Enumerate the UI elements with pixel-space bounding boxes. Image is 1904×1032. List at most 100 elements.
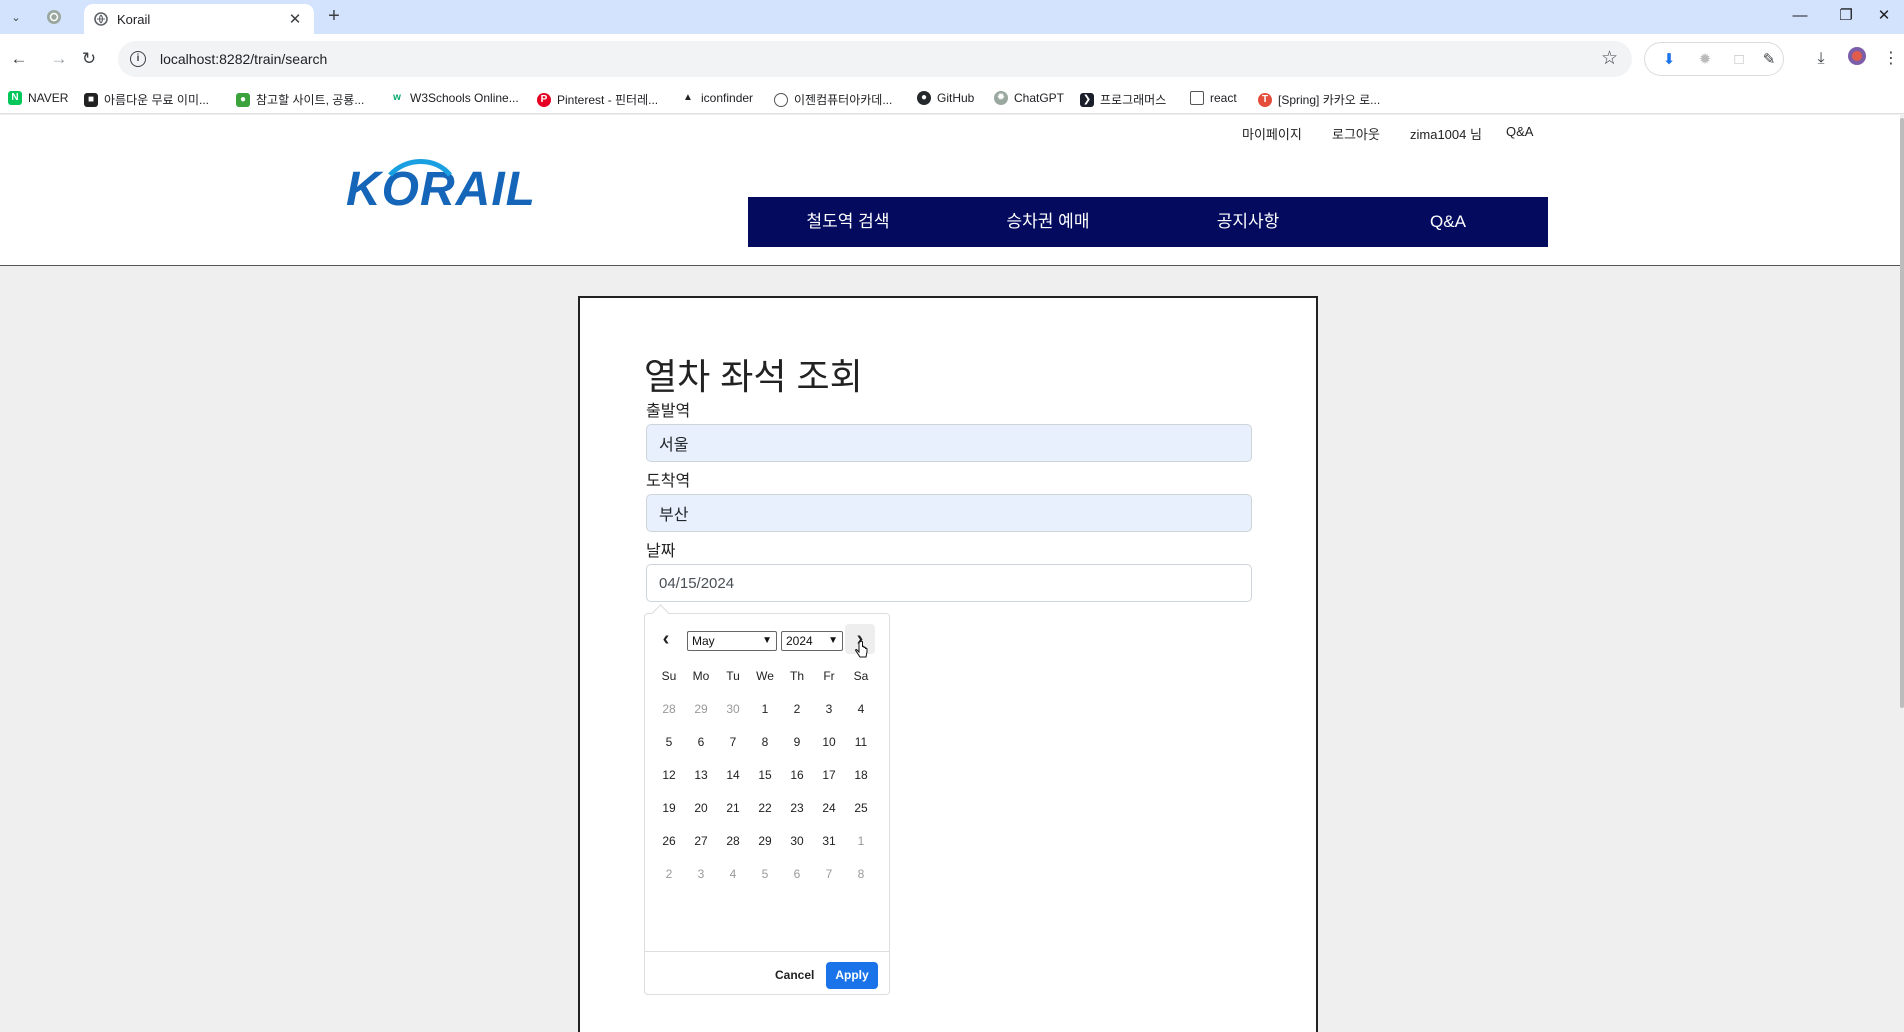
calendar-day[interactable]: 6 (781, 859, 813, 889)
calendar-day[interactable]: 24 (813, 793, 845, 823)
page-scrollbar[interactable] (1900, 115, 1904, 1032)
calendar-day[interactable]: 1 (749, 694, 781, 724)
nav-station-search[interactable]: 철도역 검색 (748, 197, 948, 247)
calendar-day[interactable]: 22 (749, 793, 781, 823)
calendar-day[interactable]: 1 (845, 826, 877, 856)
bookmark-free-images[interactable]: ■ 아름다운 무료 이미... (84, 91, 209, 108)
year-select[interactable]: 2024 ▼ (781, 631, 843, 651)
calendar-day[interactable]: 2 (653, 859, 685, 889)
weekday-label: Fr (823, 669, 835, 683)
month-select[interactable]: May ▼ (687, 631, 777, 651)
calendar-day[interactable]: 7 (813, 859, 845, 889)
calendar-day[interactable]: 17 (813, 760, 845, 790)
bookmark-star-icon[interactable]: ☆ (1601, 47, 1618, 70)
calendar-day[interactable]: 28 (653, 694, 685, 724)
calendar-day[interactable]: 15 (749, 760, 781, 790)
logout-link[interactable]: 로그아웃 (1332, 124, 1380, 143)
address-bar[interactable]: i localhost:8282/train/search ☆ (118, 41, 1632, 77)
tab-search-chevron-icon[interactable]: ⌄ (4, 5, 28, 29)
calendar-day[interactable]: 5 (749, 859, 781, 889)
calendar-day[interactable]: 27 (685, 826, 717, 856)
calendar-day[interactable]: 4 (717, 859, 749, 889)
cancel-button[interactable]: Cancel (769, 962, 820, 989)
bookmark-chatgpt[interactable]: ✹ ChatGPT (994, 91, 1064, 105)
chatgpt-tab-icon[interactable] (40, 6, 68, 28)
bookmark-spring-kakao[interactable]: T [Spring] 카카오 로... (1258, 91, 1380, 108)
calendar-day[interactable]: 8 (845, 859, 877, 889)
calendar-day[interactable]: 7 (717, 727, 749, 757)
page-viewport: 마이페이지 로그아웃 zima1004 님 Q&A KORAIL 철도역 검색 … (0, 115, 1904, 1032)
calendar-day[interactable]: 30 (781, 826, 813, 856)
calendar-day[interactable]: 13 (685, 760, 717, 790)
calendar-day[interactable]: 5 (653, 727, 685, 757)
bookmark-folder-react[interactable]: react (1190, 91, 1237, 105)
minimize-icon[interactable]: — (1780, 4, 1820, 28)
calendar-day[interactable]: 10 (813, 727, 845, 757)
bookmark-naver[interactable]: N NAVER (8, 91, 68, 105)
calendar-day[interactable]: 4 (845, 694, 877, 724)
window-close-icon[interactable]: ✕ (1864, 4, 1904, 28)
bookmark-programmers[interactable]: ❯ 프로그래머스 (1080, 91, 1166, 108)
puzzle-extensions-icon[interactable]: ✎ (1759, 50, 1779, 70)
nav-notices[interactable]: 공지사항 (1148, 197, 1348, 247)
calendar-day[interactable]: 3 (685, 859, 717, 889)
calendar-day[interactable]: 23 (781, 793, 813, 823)
prev-month-chevron-icon[interactable]: ‹ (651, 624, 681, 654)
date-input[interactable]: 04/15/2024 (646, 564, 1252, 602)
reload-icon[interactable]: ↻ (76, 46, 102, 72)
korail-logo[interactable]: KORAIL (346, 155, 552, 217)
calendar-day[interactable]: 20 (685, 793, 717, 823)
tab-close-icon[interactable]: ✕ (286, 10, 304, 28)
downloads-icon[interactable]: ⤓ (1808, 46, 1834, 72)
spinner-extension-icon[interactable]: ✹ (1695, 50, 1715, 70)
calendar-day[interactable]: 14 (717, 760, 749, 790)
blank-extension-icon[interactable]: □ (1729, 50, 1749, 70)
back-arrow-icon[interactable]: ← (6, 46, 32, 72)
calendar-day[interactable]: 19 (653, 793, 685, 823)
scrollbar-thumb[interactable] (1900, 118, 1904, 708)
calendar-day[interactable]: 12 (653, 760, 685, 790)
bookmark-w3schools[interactable]: w W3Schools Online... (390, 91, 519, 105)
mouse-pointer-hand-icon (855, 641, 868, 658)
calendar-day[interactable]: 26 (653, 826, 685, 856)
page-title: 열차 좌석 조회 (644, 356, 863, 397)
mypage-link[interactable]: 마이페이지 (1242, 124, 1302, 143)
calendar-day[interactable]: 16 (781, 760, 813, 790)
apply-button[interactable]: Apply (826, 962, 878, 989)
calendar-day[interactable]: 8 (749, 727, 781, 757)
calendar-day[interactable]: 29 (685, 694, 717, 724)
qna-util-link[interactable]: Q&A (1506, 124, 1533, 139)
calendar-day[interactable]: 31 (813, 826, 845, 856)
nav-ticket-booking[interactable]: 승차권 예매 (948, 197, 1148, 247)
calendar-day[interactable]: 29 (749, 826, 781, 856)
bookmark-reference-sites[interactable]: ● 참고할 사이트, 공룡... (236, 91, 364, 108)
restore-icon[interactable]: ❐ (1826, 4, 1866, 28)
calendar-day[interactable]: 25 (845, 793, 877, 823)
departure-input[interactable]: 서울 (646, 424, 1252, 462)
calendar-day[interactable]: 11 (845, 727, 877, 757)
bookmark-iconfinder[interactable]: ▲ iconfinder (681, 91, 753, 105)
bookmark-ezen-academy[interactable]: 이젠컴퓨터아카데... (774, 91, 892, 108)
bookmark-github[interactable]: ● GitHub (917, 91, 974, 105)
new-tab-plus-icon[interactable]: + (322, 5, 346, 29)
calendar-day[interactable]: 30 (717, 694, 749, 724)
calendar-day[interactable]: 6 (685, 727, 717, 757)
arrival-input[interactable]: 부산 (646, 494, 1252, 532)
site-info-icon[interactable]: i (130, 51, 146, 67)
calendar-day[interactable]: 21 (717, 793, 749, 823)
forward-arrow-icon[interactable]: → (46, 46, 72, 72)
download-extension-icon[interactable]: ⬇ (1659, 50, 1679, 70)
bookmark-pinterest[interactable]: P Pinterest - 핀터레... (537, 91, 658, 108)
calendar-day[interactable]: 3 (813, 694, 845, 724)
url-text[interactable]: localhost:8282/train/search (160, 51, 327, 67)
browser-menu-icon[interactable]: ⋮ (1878, 46, 1904, 72)
nav-qna[interactable]: Q&A (1348, 197, 1548, 247)
calendar-day[interactable]: 9 (781, 727, 813, 757)
calendar-day[interactable]: 28 (717, 826, 749, 856)
weekday-label: Tu (726, 669, 740, 683)
profile-avatar-icon[interactable] (1844, 46, 1870, 72)
tab-korail[interactable]: Korail ✕ (84, 4, 314, 34)
calendar-day[interactable]: 2 (781, 694, 813, 724)
tab-title: Korail (117, 11, 151, 27)
calendar-day[interactable]: 18 (845, 760, 877, 790)
